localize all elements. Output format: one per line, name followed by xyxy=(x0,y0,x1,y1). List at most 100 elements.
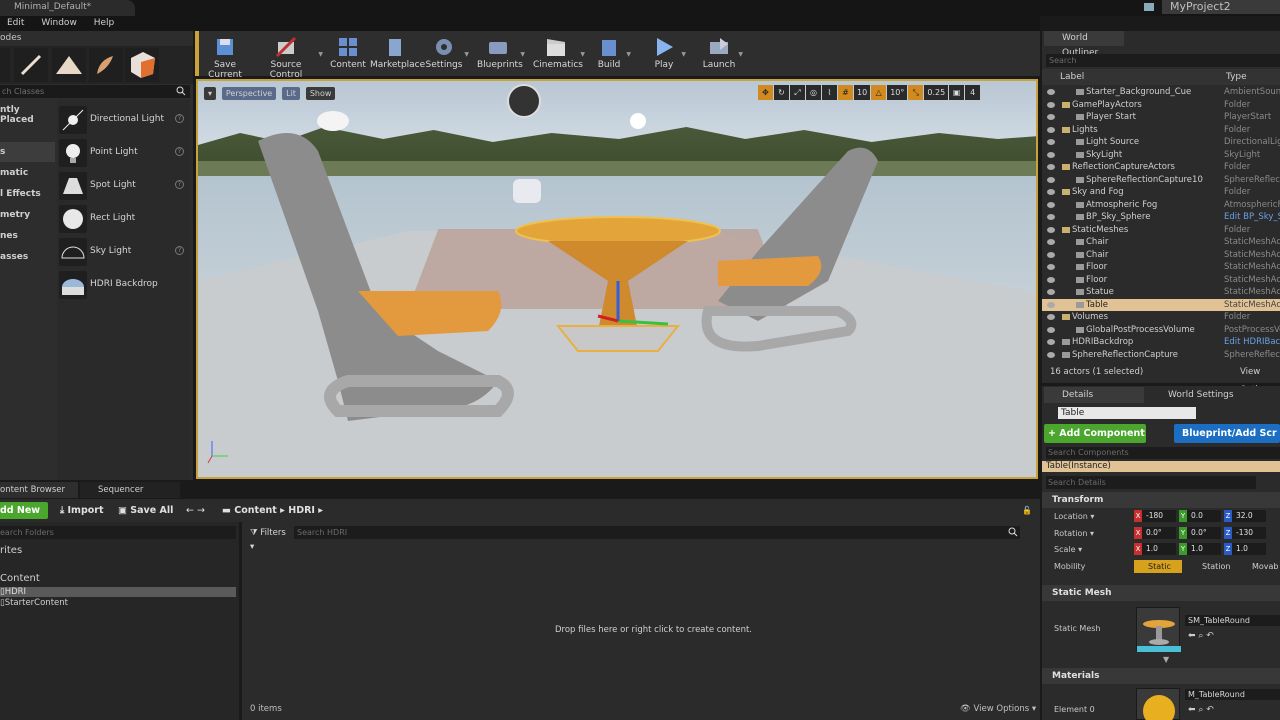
level-viewport[interactable]: ▾ Perspective Lit Show ✥ ↻ ⤢ ◎ ⌇ #10 △ 10° ⤡ 0.25… xyxy=(196,79,1038,479)
chevron-down-icon[interactable]: ▼ xyxy=(738,51,743,58)
help-icon[interactable]: ? xyxy=(175,180,184,189)
visibility-eye-icon[interactable] xyxy=(1047,126,1055,133)
outliner-row[interactable]: StaticMeshes Folder xyxy=(1042,224,1280,237)
category-basic[interactable] xyxy=(0,121,55,141)
outliner-row[interactable]: Atmospheric Fog AtmosphericFog xyxy=(1042,199,1280,212)
place-mode-icon[interactable] xyxy=(0,48,10,82)
material-value[interactable]: M_TableRound xyxy=(1185,689,1280,700)
outliner-row[interactable]: Sky and Fog Folder xyxy=(1042,186,1280,199)
details-search-input[interactable]: Search Details xyxy=(1046,476,1256,489)
visibility-eye-icon[interactable] xyxy=(1047,101,1055,108)
help-icon[interactable]: ? xyxy=(175,114,184,123)
label-column-header[interactable]: Label xyxy=(1060,69,1084,85)
outliner-row[interactable]: HDRIBackdrop Edit HDRIBack xyxy=(1042,336,1280,349)
geometry-mode-icon[interactable] xyxy=(125,48,159,82)
visibility-eye-icon[interactable] xyxy=(1047,214,1055,220)
grid-snap-value[interactable]: 10 xyxy=(854,85,871,100)
mobility-stationary-button[interactable]: Station xyxy=(1188,560,1234,573)
save-all-button[interactable]: ▣ Save All xyxy=(118,502,173,519)
translate-tool-icon[interactable]: ✥ xyxy=(758,85,773,100)
static-mesh-value[interactable]: SM_TableRound xyxy=(1185,615,1280,626)
visibility-eye-icon[interactable] xyxy=(1047,251,1055,258)
outliner-row[interactable]: SphereReflectionCapture10 SphereReflectio… xyxy=(1042,174,1280,187)
show-button[interactable]: Show xyxy=(305,87,336,100)
static-mesh-section[interactable]: Static Mesh xyxy=(1042,585,1280,601)
menu-edit[interactable]: Edit xyxy=(7,16,24,31)
play-button[interactable]: Play ▼ xyxy=(648,31,686,76)
class-search-input[interactable]: ch Classes xyxy=(0,85,190,98)
add-new-button[interactable]: dd New ▾ xyxy=(0,502,48,533)
scale-y-field[interactable]: Y 1.0 xyxy=(1179,543,1221,555)
save-current-button[interactable]: Save Current xyxy=(199,31,251,80)
lit-button[interactable]: Lit xyxy=(282,87,300,100)
visibility-eye-icon[interactable] xyxy=(1047,276,1055,283)
visibility-eye-icon[interactable] xyxy=(1047,314,1055,320)
outliner-row[interactable]: SphereReflectionCapture SphereReflection xyxy=(1042,349,1280,362)
breadcrumb-hdri[interactable]: HDRI xyxy=(288,505,315,516)
mobility-static-button[interactable]: Static xyxy=(1134,560,1182,573)
outliner-row[interactable]: GlobalPostProcessVolume PostProcessVol xyxy=(1042,324,1280,337)
category-lights[interactable]: s xyxy=(0,142,55,162)
chevron-down-icon[interactable]: ▼ xyxy=(681,51,686,58)
marketplace-button[interactable]: Marketplace xyxy=(370,31,425,76)
build-button[interactable]: Build ▼ xyxy=(593,31,631,76)
menu-window[interactable]: Window xyxy=(41,16,77,31)
component-search-input[interactable]: Search Components xyxy=(1046,447,1280,459)
visibility-eye-icon[interactable] xyxy=(1047,151,1055,158)
outliner-row[interactable]: Lights Folder xyxy=(1042,124,1280,137)
outliner-row[interactable]: BP_Sky_Sphere Edit BP_Sky_S xyxy=(1042,211,1280,224)
blueprint-add-script-button[interactable]: Blueprint/Add Scr xyxy=(1174,424,1280,443)
chevron-down-icon[interactable]: ▼ xyxy=(626,51,631,58)
world-settings-tab[interactable]: World Settings xyxy=(1148,387,1254,403)
content-browser-tab[interactable]: ontent Browser xyxy=(0,482,78,498)
location-x-field[interactable]: X -180 xyxy=(1134,510,1176,522)
location-z-field[interactable]: Z 32.0 xyxy=(1224,510,1266,522)
actor-type[interactable]: Edit HDRIBack xyxy=(1224,336,1280,349)
rotation-x-field[interactable]: X 0.0° xyxy=(1134,527,1176,539)
scale-label[interactable]: Scale ▾ xyxy=(1054,545,1082,554)
chevron-down-icon[interactable]: ▼ xyxy=(464,51,469,58)
content-button[interactable]: Content xyxy=(328,31,368,76)
materials-section[interactable]: Materials xyxy=(1042,668,1280,684)
place-rect-light[interactable]: Rect Light xyxy=(57,203,190,233)
visibility-eye-icon[interactable] xyxy=(1047,201,1055,208)
place-hdri-backdrop[interactable]: HDRI Backdrop xyxy=(57,269,190,299)
import-button[interactable]: ⤓ Import xyxy=(60,502,104,519)
visibility-eye-icon[interactable] xyxy=(1047,301,1055,308)
modes-tab[interactable]: odes xyxy=(0,31,60,46)
rotation-y-field[interactable]: Y 0.0° xyxy=(1179,527,1221,539)
scale-snap-value[interactable]: 0.25 xyxy=(924,85,949,100)
blueprints-button[interactable]: Blueprints ▼ xyxy=(477,31,525,76)
outliner-row[interactable]: Floor StaticMeshActor xyxy=(1042,274,1280,287)
type-column-header[interactable]: Type xyxy=(1226,69,1247,85)
visibility-eye-icon[interactable] xyxy=(1047,189,1055,195)
content-view-options[interactable]: 👁 View Options ▾ xyxy=(960,704,1036,714)
outliner-row[interactable]: Floor StaticMeshActor xyxy=(1042,261,1280,274)
location-y-field[interactable]: Y 0.0 xyxy=(1179,510,1221,522)
chevron-down-icon[interactable]: ▼ xyxy=(520,51,525,58)
scale-snap-icon[interactable]: ⤡ xyxy=(908,85,924,100)
material-thumbnail[interactable] xyxy=(1136,688,1180,720)
outliner-row[interactable]: Starter_Background_Cue AmbientSound xyxy=(1042,86,1280,99)
rotation-z-field[interactable]: Z -130 xyxy=(1224,527,1266,539)
lock-icon[interactable]: 🔓 xyxy=(1022,506,1032,515)
asset-view-panel[interactable] xyxy=(242,522,1040,720)
tree-root-content[interactable]: Content xyxy=(0,573,236,584)
category-visual-effects[interactable]: l Effects xyxy=(0,184,55,204)
visibility-eye-icon[interactable] xyxy=(1047,289,1055,295)
world-outliner-tab[interactable]: World Outliner xyxy=(1044,31,1124,58)
mobility-movable-button[interactable]: Movab xyxy=(1238,560,1280,573)
static-mesh-thumbnail[interactable] xyxy=(1136,607,1181,652)
scale-x-field[interactable]: X 1.0 xyxy=(1134,543,1176,555)
viewport-menu-button[interactable]: ▾ xyxy=(204,87,217,100)
outliner-row[interactable]: GamePlayActors Folder xyxy=(1042,99,1280,112)
visibility-eye-icon[interactable] xyxy=(1047,164,1055,170)
place-point-light[interactable]: Point Light? xyxy=(57,137,190,167)
chevron-down-icon[interactable]: ▼ xyxy=(580,51,585,58)
outliner-row[interactable]: Light Source DirectionalLight xyxy=(1042,136,1280,149)
expand-chevron-icon[interactable]: ▼ xyxy=(1163,655,1169,664)
scale-tool-icon[interactable]: ⤢ xyxy=(790,85,805,100)
details-tab[interactable]: Details xyxy=(1044,387,1144,403)
category-cinematic[interactable]: matic xyxy=(0,163,55,183)
browse-asset-icons[interactable]: ⬅ ⌕ ↶ xyxy=(1188,631,1214,641)
